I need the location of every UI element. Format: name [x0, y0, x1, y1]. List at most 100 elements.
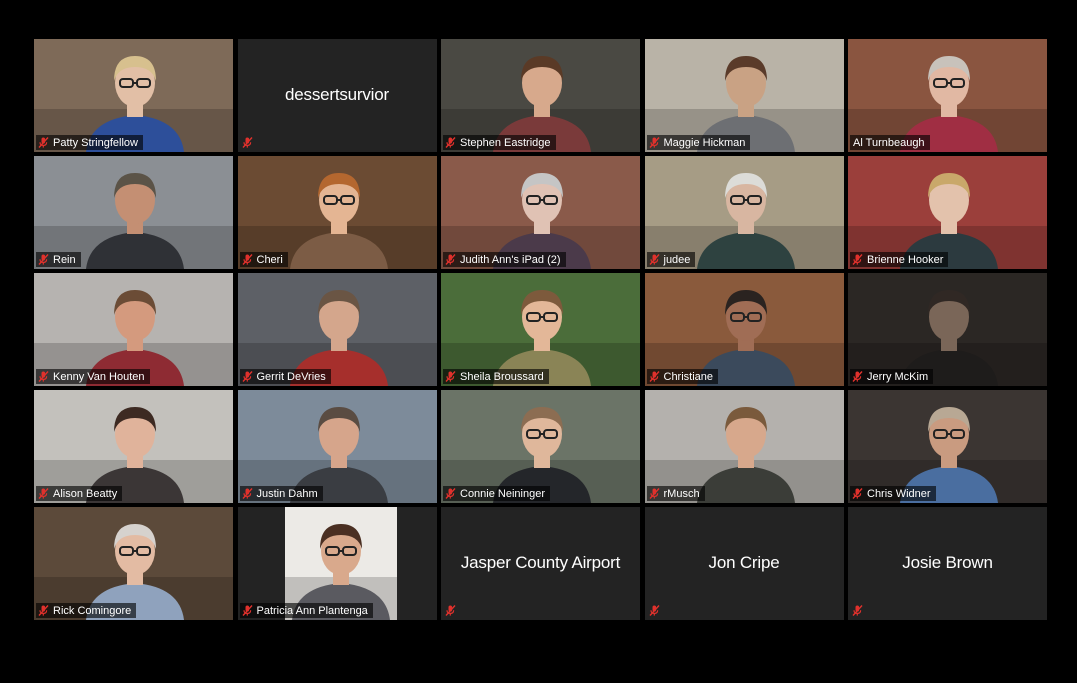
participant-name: Sheila Broussard — [460, 370, 544, 383]
participant-name: Connie Neininger — [460, 487, 545, 500]
mic-muted-icon — [852, 605, 863, 616]
mic-muted-icon — [38, 605, 49, 616]
mic-muted-icon — [241, 137, 253, 148]
participant-name: Brienne Hooker — [867, 253, 944, 266]
mic-muted-icon — [38, 488, 49, 499]
participant-name-label: Sheila Broussard — [443, 369, 549, 384]
participant-name-label: Alison Beatty — [36, 486, 123, 501]
gallery-grid: Patty Stringfellow dessertsurvior Stephen … — [34, 39, 1047, 620]
mic-muted-icon — [445, 605, 456, 616]
participant-tile[interactable]: Cheri — [237, 156, 437, 269]
participant-name: Patty Stringfellow — [53, 136, 138, 149]
mic-muted-icon — [241, 488, 253, 499]
participant-name-label: judee — [646, 252, 696, 267]
participant-tile[interactable]: Rick Comingore — [34, 507, 233, 620]
participant-name: judee — [663, 253, 691, 266]
participant-name-label — [240, 135, 259, 150]
participant-tile[interactable]: Patricia Ann Plantenga — [237, 507, 437, 620]
participant-name-label: Jerry McKim — [850, 369, 934, 384]
participant-name-label: Connie Neininger — [443, 486, 550, 501]
participant-name: Rick Comingore — [53, 604, 132, 617]
participant-tile[interactable]: judee — [644, 156, 844, 269]
participant-display-name: Josie Brown — [902, 552, 993, 572]
participant-name: Cheri — [256, 253, 283, 266]
mic-muted-icon — [648, 254, 660, 265]
participant-tile[interactable]: dessertsurvior — [237, 39, 437, 152]
participant-name-label: Rick Comingore — [36, 603, 137, 618]
participant-tile[interactable]: Jon Cripe — [644, 507, 844, 620]
participant-name-label — [647, 603, 666, 618]
participant-tile[interactable]: rMusch — [644, 390, 844, 503]
participant-tile[interactable]: Maggie Hickman — [644, 39, 844, 152]
participant-display-name: Jasper County Airport — [460, 552, 621, 572]
participant-name-label: Stephen Eastridge — [443, 135, 556, 150]
participant-name-label: Kenny Van Houten — [36, 369, 150, 384]
participant-tile[interactable]: Judith Ann's iPad (2) — [441, 156, 640, 269]
mic-muted-icon — [38, 137, 49, 148]
participant-tile[interactable]: Justin Dahm — [237, 390, 437, 503]
mic-muted-icon — [241, 605, 253, 616]
mic-muted-icon — [38, 371, 49, 382]
participant-name-label: Brienne Hooker — [850, 252, 949, 267]
participant-tile[interactable]: Alison Beatty — [34, 390, 233, 503]
participant-tile[interactable]: Christiane — [644, 273, 844, 386]
participant-tile[interactable]: Connie Neininger — [441, 390, 640, 503]
mic-muted-icon — [445, 254, 456, 265]
participant-tile[interactable]: Josie Brown — [848, 507, 1047, 620]
mic-muted-icon — [648, 371, 660, 382]
mic-muted-icon — [445, 371, 456, 382]
participant-name: Patricia Ann Plantenga — [256, 604, 368, 617]
participant-name-label — [850, 603, 869, 618]
participant-name-label: Justin Dahm — [239, 486, 323, 501]
participant-display-name: dessertsurvior — [285, 84, 389, 104]
participant-name-label: Maggie Hickman — [646, 135, 751, 150]
participant-name-label: Patty Stringfellow — [36, 135, 143, 150]
participant-name-label: Rein — [36, 252, 81, 267]
participant-name-label: Christiane — [646, 369, 719, 384]
mic-muted-icon — [445, 488, 456, 499]
participant-name-label: Judith Ann's iPad (2) — [443, 252, 566, 267]
participant-display-name: Jon Cripe — [708, 552, 780, 572]
participant-name-label: Al Turnbeaugh — [850, 135, 930, 150]
participant-tile[interactable]: Patty Stringfellow — [34, 39, 233, 152]
participant-name: Maggie Hickman — [663, 136, 746, 149]
participant-name: Alison Beatty — [53, 487, 118, 500]
mic-muted-icon — [852, 488, 863, 499]
mic-muted-icon — [241, 371, 253, 382]
participant-name: Gerrit DeVries — [256, 370, 326, 383]
participant-tile[interactable]: Jasper County Airport — [441, 507, 640, 620]
participant-tile[interactable]: Jerry McKim — [848, 273, 1047, 386]
participant-name-label: rMusch — [646, 486, 705, 501]
mic-muted-icon — [648, 488, 660, 499]
participant-name: Stephen Eastridge — [460, 136, 551, 149]
mic-muted-icon — [38, 254, 49, 265]
mic-muted-icon — [852, 254, 863, 265]
participant-name: Christiane — [663, 370, 714, 383]
participant-tile[interactable]: Kenny Van Houten — [34, 273, 233, 386]
mic-muted-icon — [648, 605, 660, 616]
participant-name: Al Turnbeaugh — [853, 136, 925, 149]
participant-tile[interactable]: Al Turnbeaugh — [848, 39, 1047, 152]
participant-name-label: Chris Widner — [850, 486, 936, 501]
participant-name: rMusch — [663, 487, 700, 500]
participant-name-label: Gerrit DeVries — [239, 369, 331, 384]
participant-name: Jerry McKim — [867, 370, 929, 383]
participant-tile[interactable]: Rein — [34, 156, 233, 269]
participant-name: Justin Dahm — [256, 487, 318, 500]
mic-muted-icon — [852, 371, 863, 382]
participant-tile[interactable]: Chris Widner — [848, 390, 1047, 503]
participant-tile[interactable]: Brienne Hooker — [848, 156, 1047, 269]
participant-tile[interactable]: Stephen Eastridge — [441, 39, 640, 152]
participant-tile[interactable]: Gerrit DeVries — [237, 273, 437, 386]
mic-muted-icon — [648, 137, 660, 148]
participant-name: Chris Widner — [867, 487, 931, 500]
participant-tile[interactable]: Sheila Broussard — [441, 273, 640, 386]
participant-name: Kenny Van Houten — [53, 370, 145, 383]
mic-muted-icon — [241, 254, 253, 265]
participant-name-label: Patricia Ann Plantenga — [239, 603, 373, 618]
participant-name: Rein — [53, 253, 76, 266]
mic-muted-icon — [445, 137, 456, 148]
participant-name: Judith Ann's iPad (2) — [460, 253, 561, 266]
participant-name-label: Cheri — [239, 252, 288, 267]
participant-name-label — [443, 603, 462, 618]
